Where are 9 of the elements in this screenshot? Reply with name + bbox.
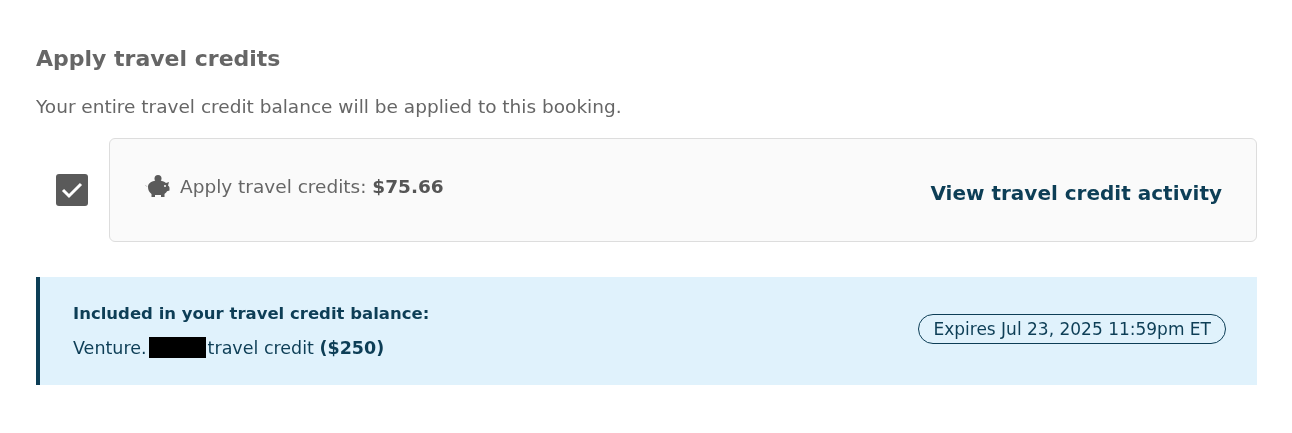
- section-title: Apply travel credits: [36, 45, 281, 73]
- apply-credits-label: Apply travel credits: $75.66: [180, 175, 444, 197]
- balance-heading: Included in your travel credit balance:: [73, 304, 430, 323]
- section-description: Your entire travel credit balance will be applied to this booking.: [36, 95, 622, 119]
- credit-activity-link[interactable]: View travel credit activity: [930, 181, 1222, 205]
- check-icon: [61, 181, 83, 199]
- checkbox[interactable]: [56, 174, 88, 206]
- credit-amount: travel credit ($250): [207, 337, 385, 358]
- credit-name: Venture.: [73, 337, 147, 358]
